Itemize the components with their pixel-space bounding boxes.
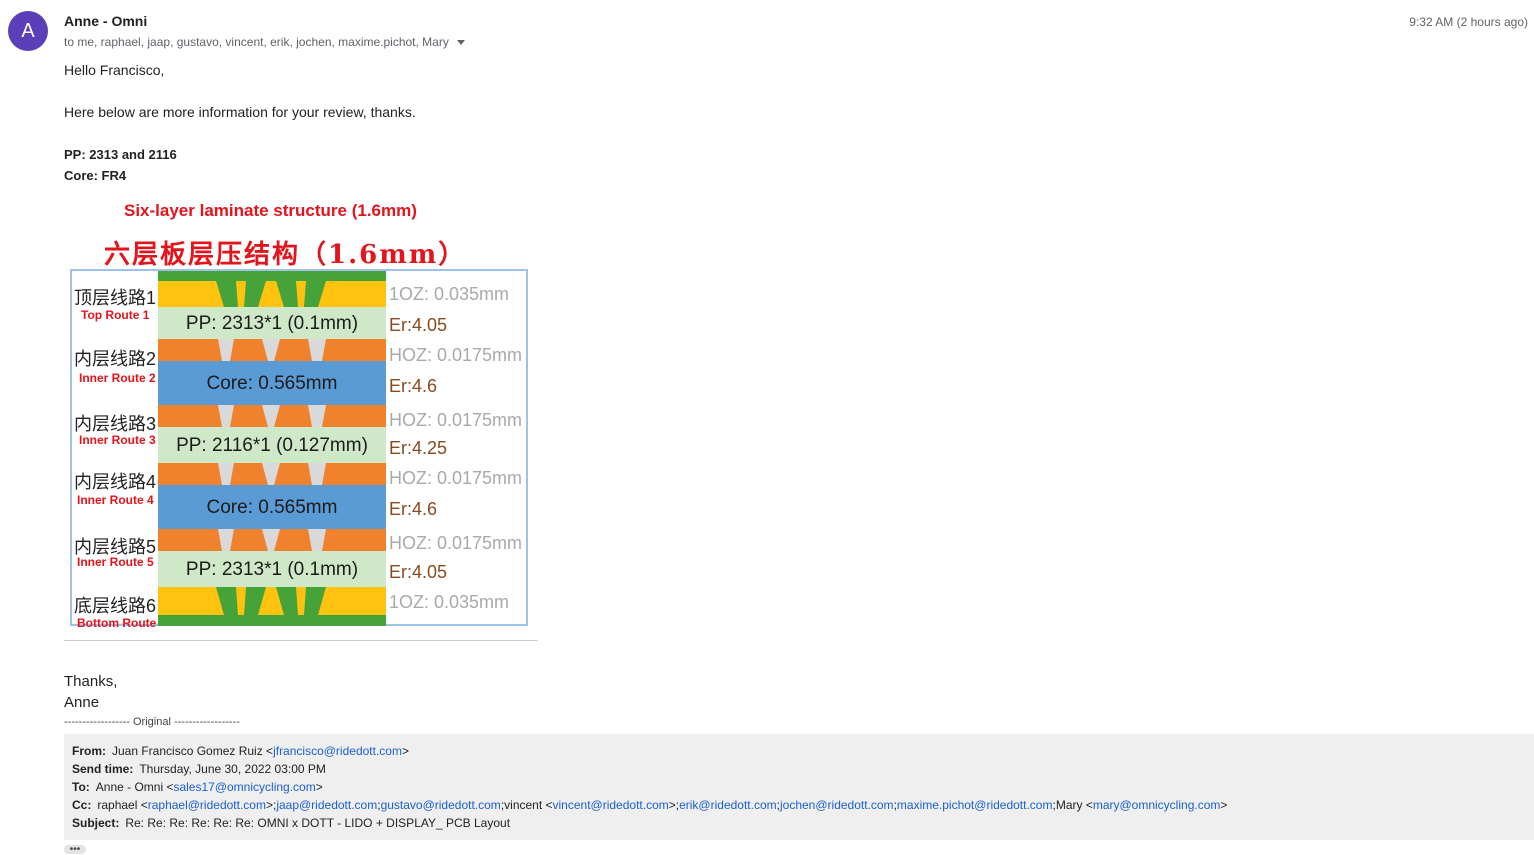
to-end: > [315,780,323,794]
cc-label: Cc: [72,798,92,812]
copper-layer-2 [158,339,386,361]
prepreg-label-3: PP: 2313*1 (0.1mm) [185,559,359,580]
greeting: Hello Francisco, [64,62,165,78]
prepreg-1-er: Er:4.05 [389,315,448,335]
trace-pattern [216,281,326,307]
top-solder-mask [158,271,386,281]
layer-6-cn-label: 底层线路6 [74,596,157,616]
copper-layer-1 [158,281,386,307]
from-end: > [401,744,409,758]
laminate-diagram[interactable]: Six-layer laminate structure (1.6mm) 六层板… [64,196,538,642]
cc-text: > [1220,798,1228,812]
layer-5-en-label: Inner Route 5 [77,555,154,569]
diagram-title-en: Six-layer laminate structure (1.6mm) [124,201,417,220]
core-label-1: Core: 0.565mm [206,373,338,394]
recipients-text: to me, raphael, jaap, gustavo, vincent, … [64,35,449,49]
cc-text: raphael < [97,798,148,812]
cc-text: ;Mary < [1052,798,1093,812]
send-time-label: Send time: [72,762,134,776]
timestamp: 9:32 AM (2 hours ago) [1409,15,1528,29]
cc-text: ;vincent < [500,798,553,812]
layer-4-en-label: Inner Route 4 [77,493,154,507]
thanks-text: Thanks, [64,673,118,690]
to-name: Anne - Omni < [95,780,174,794]
layer-2-en-label: Inner Route 2 [79,371,156,385]
send-time-value: Thursday, June 30, 2022 03:00 PM [139,762,326,776]
core-spec: Core: FR4 [64,168,127,183]
subject-label: Subject: [72,816,120,830]
original-separator: ------------------ Original ------------… [64,716,240,728]
prepreg-label-2: PP: 2116*1 (0.127mm) [176,435,368,456]
quoted-from-row: From: Juan Francisco Gomez Ruiz <jfrancis… [72,744,409,758]
trace-pattern [218,405,326,427]
layer-1-spec: 1OZ: 0.035mm [389,284,510,304]
layer-6-en-label: Bottom Route [77,616,157,630]
layer-6-spec: 1OZ: 0.035mm [389,592,510,612]
quoted-header: From: Juan Francisco Gomez Ruiz <jfrancis… [64,734,1534,840]
prepreg-label-1: PP: 2313*1 (0.1mm) [185,313,359,334]
layer-1-en-label: Top Route 1 [81,308,150,322]
trace-pattern [218,339,326,361]
avatar-letter: A [21,19,35,42]
signature-name: Anne [64,694,100,711]
copper-layer-6 [158,587,386,615]
core-1-er: Er:4.6 [389,376,438,396]
copper-layer-5 [158,529,386,551]
layer-2-cn-label: 内层线路2 [74,349,157,369]
show-trimmed-content-button[interactable]: ••• [64,843,86,855]
layer-5-spec: HOZ: 0.0175mm [389,533,523,553]
cc-email-link[interactable]: vincent@ridedott.com [553,798,669,812]
chevron-down-icon[interactable] [456,39,465,45]
trace-pattern [216,587,326,615]
quoted-subject-row: Subject: Re: Re: Re: Re: Re: Re: OMNI x D… [72,816,510,830]
prepreg-2-er: Er:4.25 [389,438,448,458]
copper-layer-3 [158,405,386,427]
cc-email-link[interactable]: jaap@ridedott.com [276,798,377,812]
to-label: To: [72,780,90,794]
diagram-title-cn: 六层板层压结构（1.6mm） [104,240,467,270]
core-2-er: Er:4.6 [389,499,438,519]
divider [64,640,538,641]
cc-text: >; [668,798,680,812]
pp-spec: PP: 2313 and 2116 [64,147,177,162]
intro-text: Here below are more information for your… [64,104,416,120]
bottom-solder-mask [158,615,386,626]
quoted-to-row: To: Anne - Omni <sales17@omnicycling.com> [72,780,323,794]
layer-4-spec: HOZ: 0.0175mm [389,468,523,488]
subject-value: Re: Re: Re: Re: Re: Re: OMNI x DOTT - LI… [125,816,511,830]
cc-email-link[interactable]: mary@omnicycling.com [1093,798,1221,812]
ellipsis-icon: ••• [69,843,81,855]
layer-3-en-label: Inner Route 3 [79,433,156,447]
layer-3-spec: HOZ: 0.0175mm [389,410,523,430]
cc-email-link[interactable]: erik@ridedott.com [679,798,777,812]
cc-text: >; [265,798,277,812]
cc-email-link[interactable]: maxime.pichot@ridedott.com [897,798,1053,812]
sender-avatar[interactable]: A [8,11,48,51]
sender-name[interactable]: Anne - Omni [64,13,147,29]
layer-4-cn-label: 内层线路4 [74,472,157,492]
recipients-toggle[interactable]: to me, raphael, jaap, gustavo, vincent, … [64,35,465,49]
core-label-2: Core: 0.565mm [206,497,338,518]
from-label: From: [72,744,106,758]
layer-1-cn-label: 顶层线路1 [74,288,157,308]
cc-email-link[interactable]: raphael@ridedott.com [148,798,266,812]
trace-pattern [218,529,326,551]
cc-email-link[interactable]: jochen@ridedott.com [780,798,894,812]
from-name: Juan Francisco Gomez Ruiz < [112,744,274,758]
trace-pattern [218,463,326,485]
quoted-send-row: Send time: Thursday, June 30, 2022 03:00 … [72,762,326,776]
layer-2-spec: HOZ: 0.0175mm [389,345,523,365]
layer-stack: PP: 2313*1 (0.1mm) Core: 0.565mm PP: 211… [158,271,386,626]
from-email-link[interactable]: jfrancisco@ridedott.com [273,744,402,758]
to-email-link[interactable]: sales17@omnicycling.com [173,780,315,794]
quoted-cc-row: Cc: raphael <raphael@ridedott.com>;jaap@r… [72,798,1227,812]
prepreg-3-er: Er:4.05 [389,562,448,582]
copper-layer-4 [158,463,386,485]
cc-email-link[interactable]: gustavo@ridedott.com [381,798,501,812]
